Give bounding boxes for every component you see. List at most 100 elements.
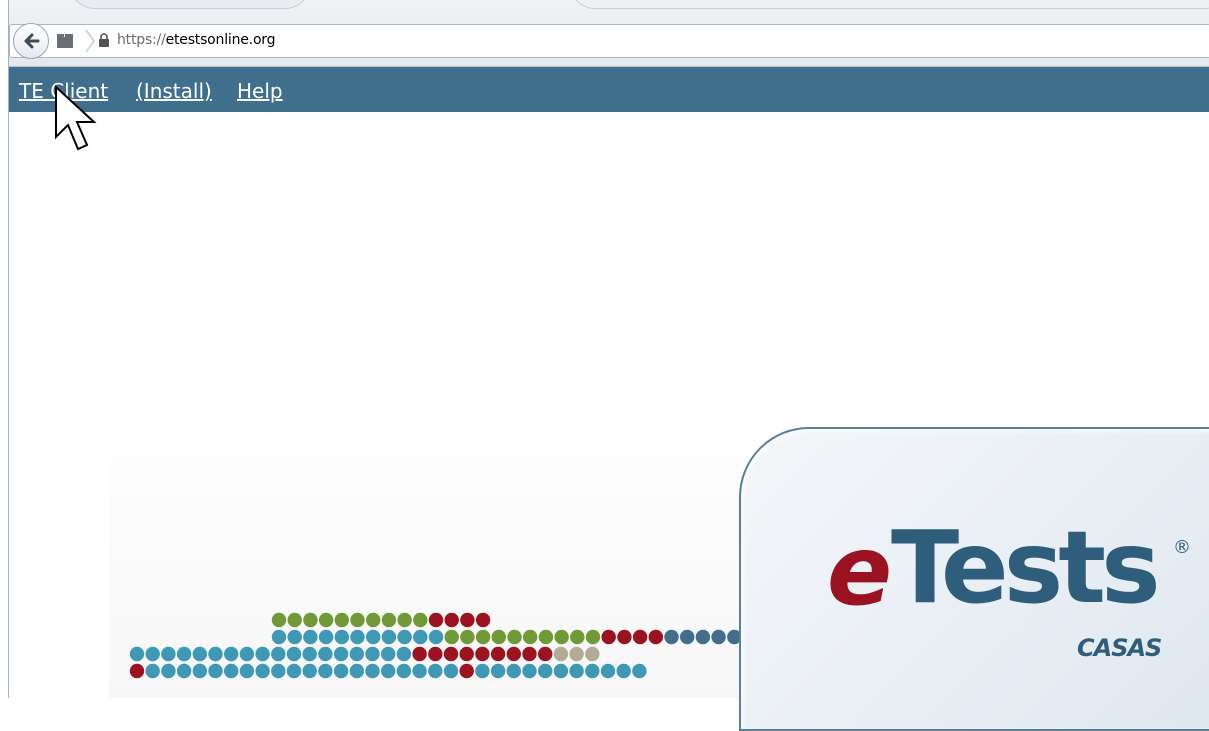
pattern-dot — [491, 629, 506, 645]
pattern-dot — [585, 663, 600, 679]
pattern-dot — [490, 663, 506, 679]
pattern-dot — [239, 663, 255, 679]
chevron-right-icon — [85, 29, 95, 53]
pattern-dot — [318, 646, 333, 662]
pattern-dot — [460, 612, 475, 628]
pattern-dot — [664, 629, 679, 645]
pattern-dot — [302, 663, 317, 679]
pattern-dot — [443, 646, 459, 662]
pattern-dot — [208, 663, 223, 679]
history-icon[interactable] — [54, 31, 84, 51]
pattern-dot — [129, 646, 145, 662]
pattern-dot — [475, 646, 490, 662]
pattern-dot — [490, 646, 506, 662]
pattern-dot — [554, 629, 569, 645]
pattern-dot — [412, 646, 427, 662]
pattern-dot — [224, 663, 239, 679]
pattern-dot — [302, 646, 317, 662]
pattern-dot — [239, 646, 255, 662]
pattern-dot — [585, 629, 601, 645]
pattern-dot — [366, 612, 381, 628]
logo-casas: CASAS — [1077, 634, 1162, 662]
pattern-dot — [303, 612, 318, 628]
pattern-dot — [365, 663, 380, 679]
main-content: e Tests ® CASAS — [9, 112, 1209, 731]
pattern-dot — [176, 663, 192, 679]
address-bar[interactable]: https://etestsonline.org — [9, 23, 1209, 59]
pattern-dot — [161, 663, 176, 679]
pattern-dot — [585, 646, 600, 662]
pattern-dot — [350, 629, 365, 645]
logo-tests: Tests — [891, 509, 1161, 626]
pattern-dot — [459, 663, 474, 679]
back-button[interactable] — [13, 23, 49, 59]
pattern-dot — [600, 663, 616, 679]
pattern-dot — [523, 629, 538, 645]
logo-e: e — [827, 515, 892, 627]
pattern-dot — [569, 663, 584, 679]
url-scheme: https:// — [117, 32, 166, 48]
pattern-dot — [459, 646, 474, 662]
pattern-dot — [413, 629, 428, 645]
pattern-dot — [570, 629, 585, 645]
pattern-dot — [349, 646, 364, 662]
registered-mark: ® — [1173, 537, 1191, 558]
pattern-dot — [334, 629, 349, 645]
tab-strip-left — [69, 0, 311, 9]
pattern-dot — [553, 646, 569, 662]
pattern-dot — [287, 629, 302, 645]
pattern-dot — [286, 646, 302, 662]
te-client-link[interactable]: TE Client — [19, 79, 108, 103]
pattern-dot — [365, 646, 380, 662]
pattern-dot — [318, 663, 333, 679]
pattern-dot — [601, 629, 616, 645]
help-link[interactable]: Help — [237, 79, 283, 103]
pattern-dot — [444, 629, 459, 645]
url-text[interactable]: https://etestsonline.org — [117, 32, 276, 48]
tab-strip-right — [569, 0, 1209, 9]
pattern-dot — [695, 629, 711, 645]
dot-pattern-graphic — [129, 612, 742, 679]
pattern-dot — [616, 663, 631, 679]
pattern-dot — [176, 646, 192, 662]
pattern-dot — [569, 646, 584, 662]
pattern-dot — [381, 629, 397, 645]
pattern-dot — [475, 612, 491, 628]
pattern-dot — [396, 663, 412, 679]
pattern-dot — [349, 663, 364, 679]
lock-icon — [99, 33, 109, 47]
pattern-dot — [145, 646, 160, 662]
pattern-dot — [334, 612, 349, 628]
pattern-dot — [381, 646, 396, 662]
pattern-dot — [507, 629, 522, 645]
pattern-dot — [632, 663, 647, 679]
pattern-dot — [553, 663, 569, 679]
pattern-dot — [632, 629, 648, 645]
pattern-dot — [538, 646, 553, 662]
pattern-dot — [428, 612, 444, 628]
pattern-dot — [412, 663, 427, 679]
pattern-dot — [475, 663, 490, 679]
pattern-dot — [506, 646, 521, 662]
pattern-dot — [538, 663, 553, 679]
pattern-dot — [680, 629, 695, 645]
pattern-dot — [208, 646, 223, 662]
pattern-dot — [192, 646, 207, 662]
pattern-dot — [428, 663, 443, 679]
pattern-dot — [381, 663, 396, 679]
pattern-dot — [303, 629, 318, 645]
pattern-dot — [397, 612, 412, 628]
pattern-dot — [506, 663, 521, 679]
install-link[interactable]: (Install) — [136, 79, 212, 103]
pattern-dot — [366, 629, 381, 645]
pattern-dot — [444, 612, 459, 628]
pattern-dot — [255, 646, 270, 662]
top-navbar: TE Client (Install) Help — [9, 67, 1209, 112]
pattern-dot — [286, 663, 302, 679]
pattern-dot — [192, 663, 207, 679]
pattern-dot — [318, 612, 334, 628]
pattern-dot — [428, 629, 444, 645]
pattern-dot — [711, 629, 726, 645]
pattern-dot — [475, 629, 491, 645]
pattern-dot — [333, 663, 349, 679]
